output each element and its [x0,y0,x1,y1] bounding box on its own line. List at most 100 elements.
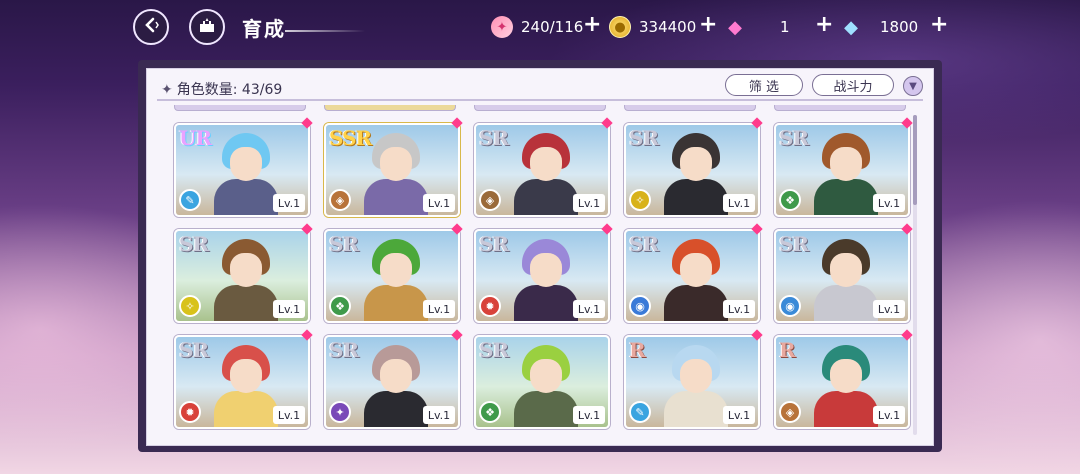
portrait-body [664,285,728,321]
character-card[interactable]: SR ✦ Lv.1 [324,335,460,429]
chevron-down-icon: ▼ [909,80,917,92]
rarity-badge: SR [779,126,809,150]
character-portrait [814,345,878,427]
coin-icon: ● [609,16,631,38]
fire-element-icon: ✹ [479,295,501,317]
portrait-body [664,391,728,427]
portrait-face [230,253,262,287]
top-bar: 育成 ✦ 240/116 + ● 334400 + ◆ 1 + ◆ 1800 + [0,0,1080,56]
character-card[interactable]: R ✎ Lv.1 [624,335,760,429]
resource-value: 240/116 [521,18,584,36]
count-colon: : [232,82,238,98]
portrait-face [530,359,562,393]
rarity-badge: SR [779,232,809,256]
back-arrow-icon [142,16,160,39]
add-blue-gem-button[interactable]: + [930,12,948,37]
water-element-icon: ◉ [779,295,801,317]
card-partial[interactable] [174,105,306,111]
earth-element-icon: ◈ [329,189,351,211]
character-portrait [814,239,878,321]
character-card[interactable]: UR ✎ Lv.1 [174,123,310,217]
character-card[interactable]: SR ✧ Lv.1 [174,229,310,323]
character-portrait [514,133,578,215]
scrollbar[interactable] [913,115,917,435]
rarity-badge: SR [629,126,659,150]
character-portrait [364,239,428,321]
resource-blue-gem: ◆ 1800 [840,14,918,40]
light-element-icon: ✧ [179,295,201,317]
portrait-face [380,253,412,287]
scroll-thumb[interactable] [913,115,917,205]
character-card[interactable]: SSR ◈ Lv.1 [324,123,460,217]
home-button[interactable] [189,9,225,45]
level-tag: Lv.1 [573,300,605,318]
add-gold-button[interactable]: + [699,12,717,37]
portrait-body [814,391,878,427]
portrait-face [830,359,862,393]
resource-value: 1 [780,18,790,36]
portrait-body [514,285,578,321]
wind-element-icon: ✎ [179,189,201,211]
portrait-face [830,253,862,287]
character-portrait [214,239,278,321]
rarity-badge: SR [479,232,509,256]
character-card[interactable]: SR ❖ Lv.1 [774,123,910,217]
character-portrait [364,133,428,215]
rarity-badge: SR [629,232,659,256]
character-card[interactable]: SR ◉ Lv.1 [774,229,910,323]
title-decoration [285,30,365,32]
character-portrait [664,239,728,321]
sort-order-button[interactable]: ▼ [903,76,923,96]
level-tag: Lv.1 [573,406,605,424]
count-value: 43/69 [241,82,283,98]
resource-value: 334400 [639,18,697,36]
rarity-badge: R [629,338,646,362]
character-card[interactable]: SR ✹ Lv.1 [474,229,610,323]
character-grid[interactable]: UR ✎ Lv.1 SSR ◈ Lv.1 SR ◈ Lv.1 SR ✧ Lv.1 SR ❖ Lv.1 SR ✧ L… [157,105,917,441]
add-pink-gem-button[interactable]: + [815,12,833,37]
portrait-body [514,179,578,215]
count-label: 角色数量 [176,82,233,98]
portrait-face [680,253,712,287]
character-panel: ✦ 角色数量: 43/69 筛 选 战斗力 ▼ UR ✎ Lv.1 SSR ◈ Lv.1 SR… [146,68,934,446]
back-button[interactable] [133,9,169,45]
resource-gold: ● 334400 [609,14,696,40]
card-partial[interactable] [474,105,606,111]
character-card[interactable]: SR ❖ Lv.1 [474,335,610,429]
panel-header: ✦ 角色数量: 43/69 筛 选 战斗力 ▼ [147,69,933,103]
portrait-body [364,391,428,427]
water-element-icon: ◉ [629,295,651,317]
wind-element-icon: ✎ [629,401,651,423]
portrait-face [530,147,562,181]
card-partial[interactable] [624,105,756,111]
character-card[interactable]: SR ❖ Lv.1 [324,229,460,323]
character-card[interactable]: SR ◉ Lv.1 [624,229,760,323]
portrait-body [364,179,428,215]
portrait-body [214,285,278,321]
light-element-icon: ✧ [629,189,651,211]
card-partial[interactable] [774,105,906,111]
character-card[interactable]: SR ✹ Lv.1 [174,335,310,429]
portrait-face [680,147,712,181]
portrait-face [230,359,262,393]
page-title: 育成 [242,17,286,41]
rarity-badge: SR [179,232,209,256]
character-card[interactable]: SR ✧ Lv.1 [624,123,760,217]
level-tag: Lv.1 [723,300,755,318]
level-tag: Lv.1 [423,300,455,318]
add-stamina-button[interactable]: + [583,12,601,37]
character-portrait [814,133,878,215]
sort-by-power-button[interactable]: 战斗力 [812,74,894,96]
character-portrait [514,345,578,427]
character-card[interactable]: R ◈ Lv.1 [774,335,910,429]
portrait-face [530,253,562,287]
level-tag: Lv.1 [873,300,905,318]
rarity-badge: SSR [329,126,372,150]
level-tag: Lv.1 [273,300,305,318]
card-partial[interactable] [324,105,456,111]
filter-button[interactable]: 筛 选 [725,74,803,96]
portrait-body [214,391,278,427]
earth-element-icon: ◈ [479,189,501,211]
character-card[interactable]: SR ◈ Lv.1 [474,123,610,217]
character-count: ✦ 角色数量: 43/69 [161,79,282,99]
